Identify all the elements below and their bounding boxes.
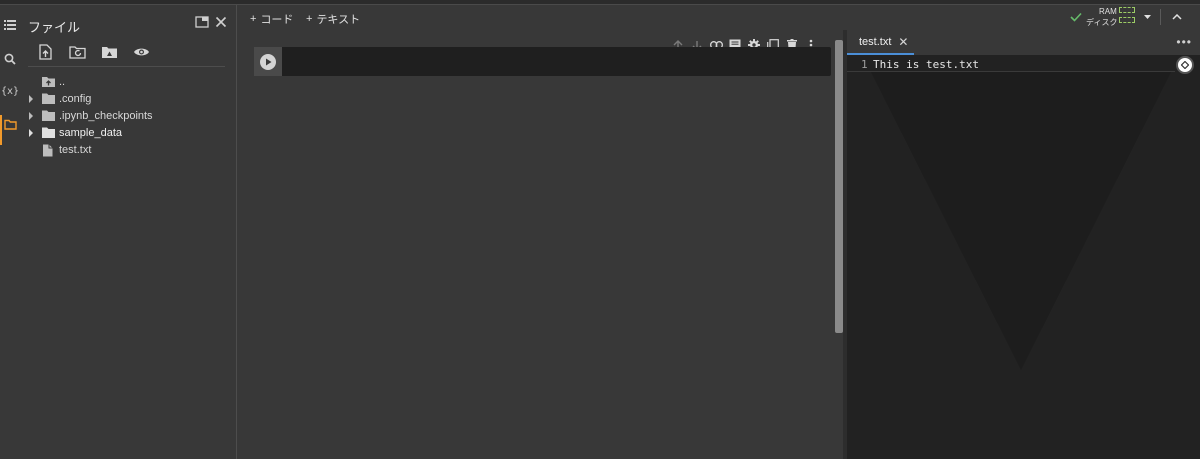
line-number: 1 xyxy=(861,58,868,71)
tab-label: test.txt xyxy=(859,35,892,48)
file-editor: test.txt ✕ ••• 1 This is test.txt xyxy=(847,30,1200,459)
cell-gutter xyxy=(254,47,282,76)
expand-caret-icon[interactable] xyxy=(28,111,34,120)
tree-item-sample-data[interactable]: sample_data xyxy=(20,124,237,141)
expand-caret-icon[interactable] xyxy=(28,128,34,137)
folder-icon xyxy=(42,127,55,139)
file-tree: .. .config .ipynb_checkpoints sample_dat… xyxy=(20,73,237,158)
tab-test-txt[interactable]: test.txt ✕ xyxy=(847,30,914,55)
folder-icon[interactable] xyxy=(3,117,17,131)
code-editor[interactable]: 1 This is test.txt xyxy=(847,55,1200,459)
folder-icon xyxy=(42,110,55,122)
folder-icon xyxy=(42,93,55,105)
runtime-dropdown-icon[interactable] xyxy=(1144,15,1151,19)
files-panel: ファイル .. .config .ipynb_checkpoints sampl… xyxy=(20,5,237,459)
line-text[interactable]: This is test.txt xyxy=(873,58,979,71)
disk-usage-bar xyxy=(1119,17,1135,23)
search-icon[interactable] xyxy=(3,52,17,66)
show-hidden-files-icon[interactable] xyxy=(132,43,150,61)
tree-item-parent[interactable]: .. xyxy=(20,73,237,90)
add-text-button[interactable]: + テキスト xyxy=(306,11,360,27)
code-cell[interactable] xyxy=(254,47,831,76)
collapse-header-icon[interactable] xyxy=(1172,14,1182,20)
table-of-contents-icon[interactable] xyxy=(3,18,17,32)
open-in-tab-icon[interactable] xyxy=(194,14,210,30)
more-options-icon[interactable]: ••• xyxy=(1176,35,1192,49)
expand-caret-icon[interactable] xyxy=(28,94,34,103)
runtime-status[interactable]: RAM ディスク xyxy=(1068,5,1200,30)
tree-item-config[interactable]: .config xyxy=(20,90,237,107)
add-code-button[interactable]: + コード xyxy=(250,11,293,27)
active-indicator xyxy=(0,115,2,145)
refresh-folder-icon[interactable] xyxy=(68,43,86,61)
notebook-toolbar: + コード + テキスト xyxy=(238,5,846,30)
files-toolbar xyxy=(36,43,150,61)
files-panel-title: ファイル xyxy=(28,20,81,35)
connected-check-icon xyxy=(1070,12,1082,22)
status-divider xyxy=(1160,9,1161,25)
editor-background-shape xyxy=(871,72,1171,370)
mount-drive-icon[interactable] xyxy=(100,43,118,61)
code-line[interactable]: 1 This is test.txt xyxy=(847,57,1175,72)
upload-file-icon[interactable] xyxy=(36,43,54,61)
notebook-area xyxy=(238,30,846,459)
parent-folder-icon xyxy=(42,76,55,88)
tree-item-test-txt[interactable]: test.txt xyxy=(20,141,237,158)
minimap-toggle-icon[interactable] xyxy=(1176,56,1194,74)
ram-label: RAM xyxy=(1099,7,1117,16)
tree-item-ipynb-checkpoints[interactable]: .ipynb_checkpoints xyxy=(20,107,237,124)
play-icon xyxy=(265,58,271,65)
file-icon xyxy=(42,144,55,156)
files-divider xyxy=(28,66,225,67)
disk-label: ディスク xyxy=(1086,18,1118,27)
run-cell-button[interactable] xyxy=(260,53,276,70)
notebook-scrollbar[interactable] xyxy=(835,40,843,333)
editor-tab-strip: test.txt ✕ ••• xyxy=(847,30,1200,55)
ram-usage-bar xyxy=(1119,7,1135,13)
variables-icon[interactable]: {x} xyxy=(1,84,19,98)
close-panel-icon[interactable] xyxy=(213,14,229,30)
activity-bar: {x} xyxy=(0,5,20,459)
close-tab-icon[interactable]: ✕ xyxy=(898,35,908,49)
